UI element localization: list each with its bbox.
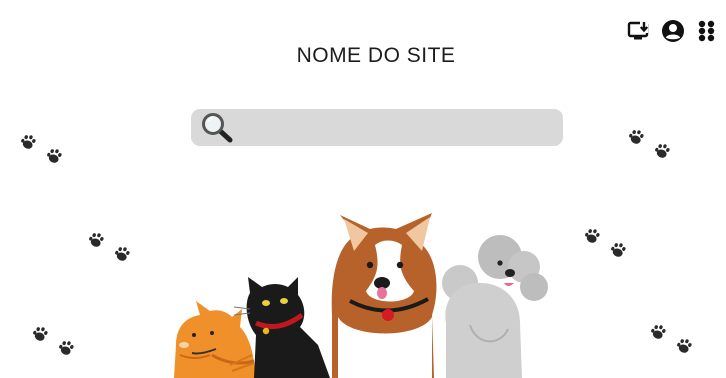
paw-print-icon <box>19 132 63 165</box>
paw-print-icon <box>87 230 131 263</box>
paw-print-icon <box>31 324 75 357</box>
page-title: NOME DO SITE <box>296 44 456 67</box>
corgi-dog <box>331 213 437 378</box>
poodle-dog <box>442 235 548 378</box>
orange-cat <box>174 301 256 378</box>
header-toolbar <box>626 18 720 44</box>
search-icon[interactable] <box>199 109 237 146</box>
pets-illustration <box>174 213 548 378</box>
apps-menu-icon[interactable] <box>694 18 720 44</box>
account-icon[interactable] <box>660 18 686 44</box>
paw-print-icon <box>583 226 627 259</box>
search-bar[interactable] <box>191 109 563 146</box>
paw-print-icon <box>649 322 693 355</box>
install-app-icon[interactable] <box>626 18 652 44</box>
paw-print-icon <box>627 127 671 160</box>
search-input[interactable] <box>237 111 563 144</box>
